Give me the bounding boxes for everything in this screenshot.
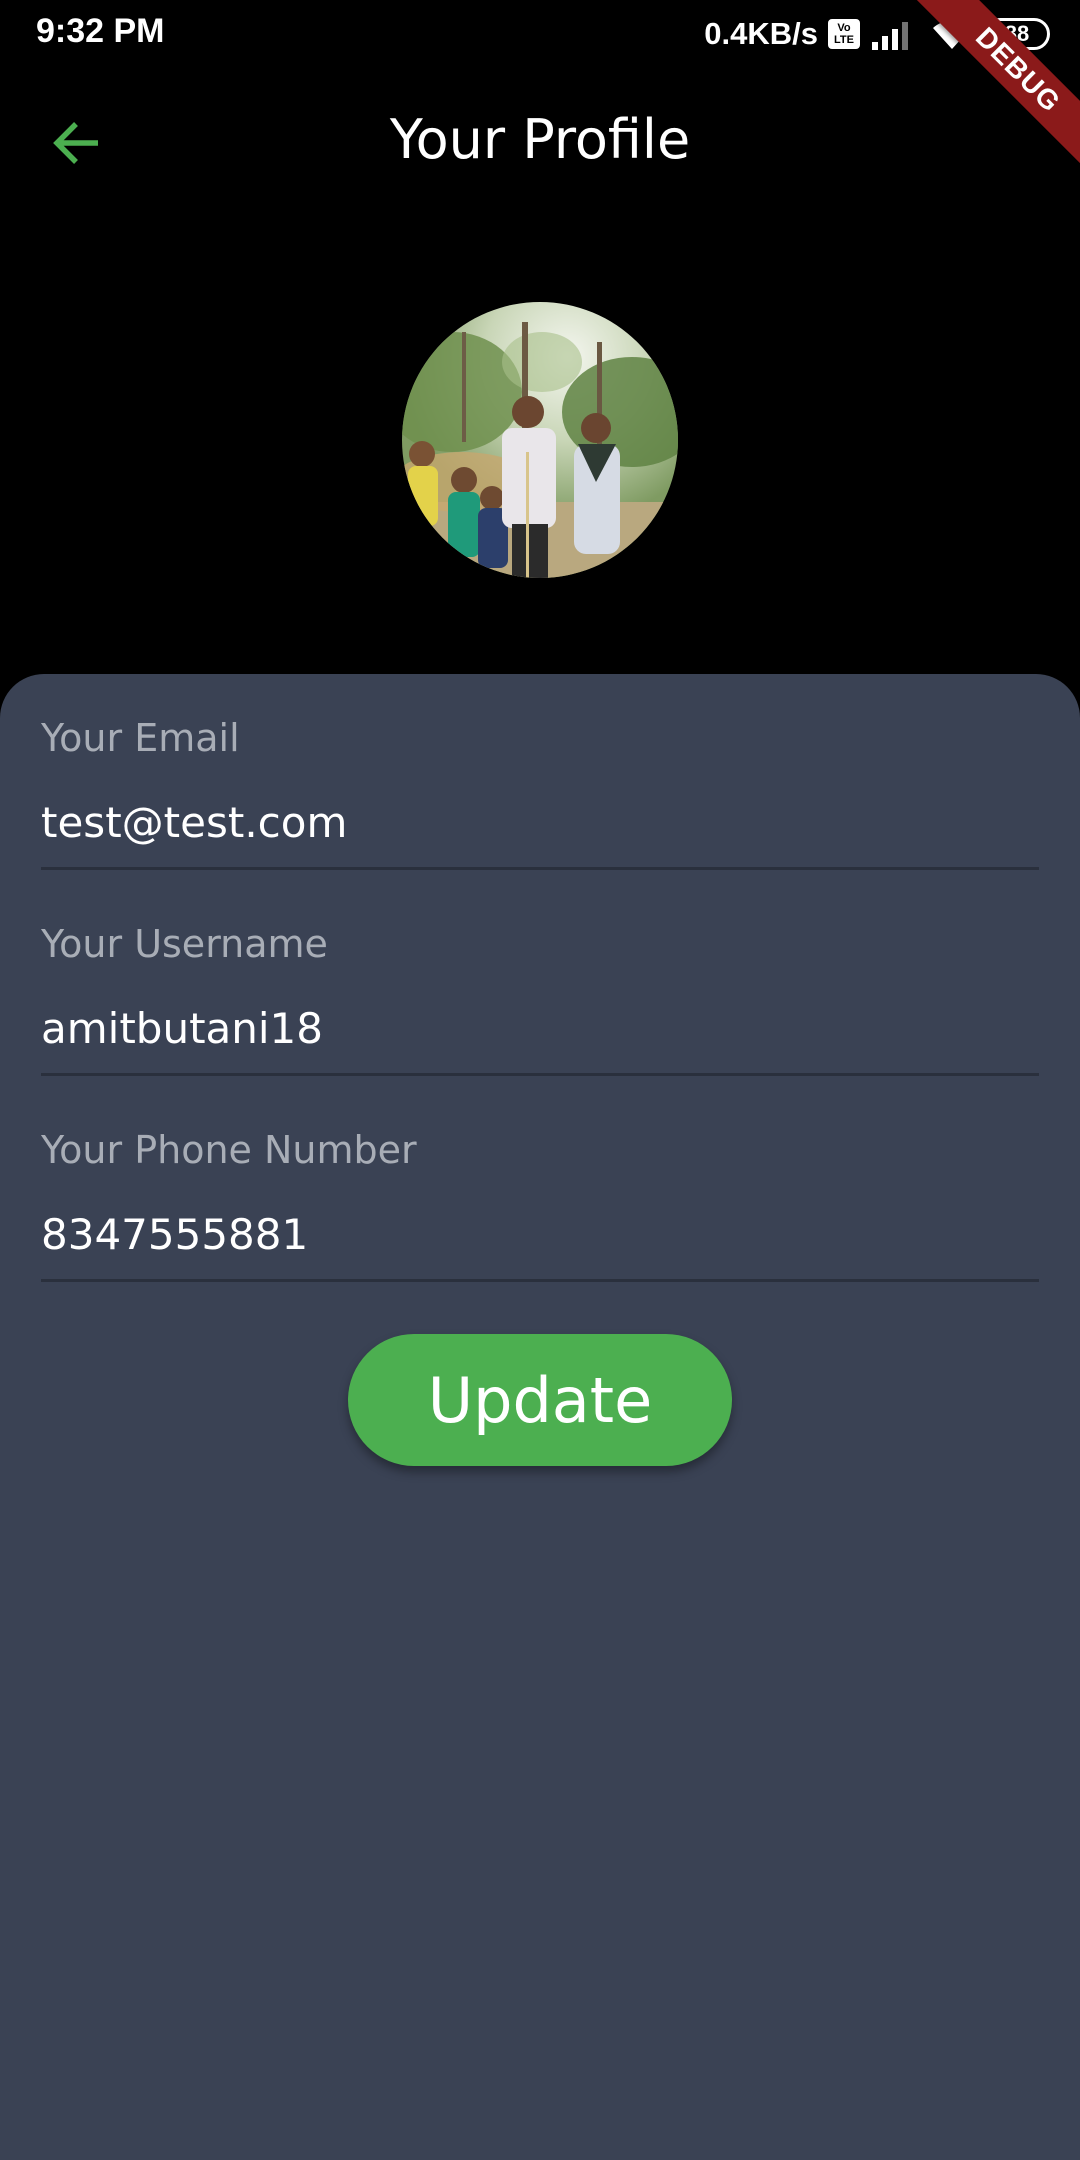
page-title: Your Profile: [389, 108, 691, 171]
phone-label: Your Phone Number: [41, 1128, 417, 1172]
status-bar: 9:32 PM 0.4KB/s Vo LTE 88: [0, 0, 1080, 66]
volte-top-label: Vo: [837, 22, 851, 34]
signal-icon: [872, 22, 908, 50]
avatar[interactable]: [402, 302, 678, 578]
update-button[interactable]: Update: [348, 1334, 732, 1466]
volte-bottom-label: LTE: [834, 34, 854, 46]
volte-icon: Vo LTE: [828, 19, 860, 49]
email-field: Your Email: [41, 674, 1039, 870]
email-label: Your Email: [41, 716, 240, 760]
phone-input[interactable]: [41, 1204, 1039, 1264]
profile-photo: [402, 302, 678, 578]
username-label: Your Username: [41, 922, 328, 966]
app-bar: Your Profile: [0, 90, 1080, 194]
phone-field: Your Phone Number: [41, 1086, 1039, 1282]
network-speed: 0.4KB/s: [704, 16, 818, 51]
profile-screen: 9:32 PM 0.4KB/s Vo LTE 88 DEBUG Your Pro…: [0, 0, 1080, 2160]
username-input[interactable]: [41, 998, 1039, 1058]
username-field: Your Username: [41, 880, 1039, 1076]
email-input[interactable]: [41, 792, 1039, 852]
status-time: 9:32 PM: [36, 12, 165, 50]
